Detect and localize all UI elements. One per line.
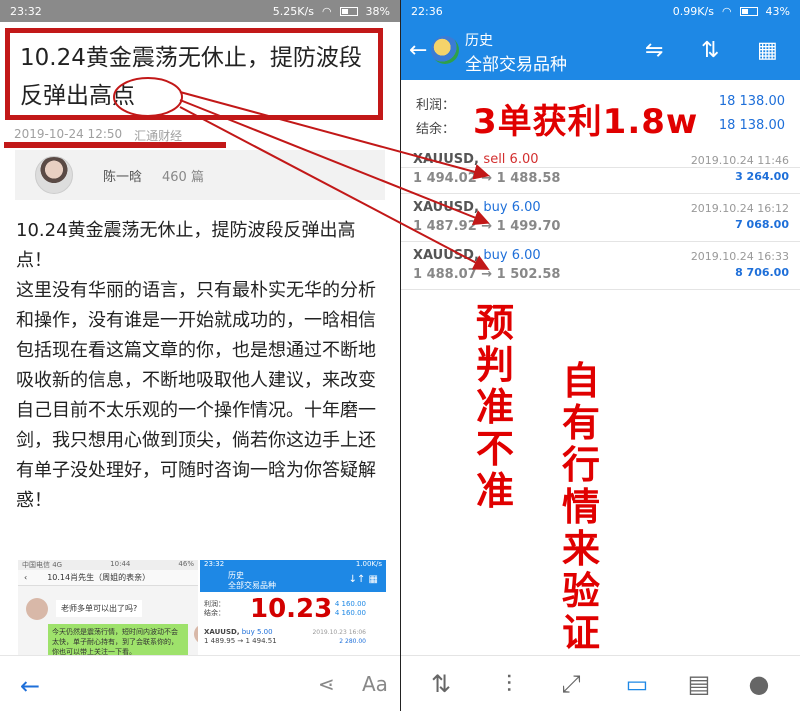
thumb-trade-header: 历史 全部交易品种 ↓↑ ▦ bbox=[200, 570, 386, 592]
share-icon[interactable]: ⋖ bbox=[318, 672, 335, 696]
deal-row[interactable]: XAUUSD, buy 6.00 1 488.07 → 1 502.58 201… bbox=[401, 242, 800, 290]
thumb-chat-title: 10.14肖先生（周姐的表亲） bbox=[47, 573, 151, 582]
battery-icon bbox=[339, 6, 358, 16]
deal-profit: 3 264.00 bbox=[735, 170, 789, 183]
sort-icon[interactable]: ⇅ bbox=[701, 38, 719, 63]
battery-level: 43% bbox=[765, 4, 790, 18]
battery-level: 38% bbox=[365, 4, 390, 18]
thumb-icons: ↓↑ ▦ bbox=[348, 574, 378, 585]
thumb-time: 23:32 bbox=[204, 560, 225, 568]
app-header: ← 历史 全部交易品种 ⇋ ⇅ ▦ bbox=[401, 22, 800, 80]
status-time: 23:32 bbox=[10, 4, 42, 18]
thumb-date-overlay: 10.23 bbox=[250, 594, 333, 624]
thumb-summary-values: 4 160.00 4 160.00 bbox=[335, 600, 366, 618]
deal-symbol: XAUUSD, bbox=[413, 248, 479, 263]
deal-type: buy 6.00 bbox=[483, 248, 541, 263]
deal-symbol: XAUUSD, bbox=[413, 152, 479, 167]
status-time: 22:36 bbox=[411, 4, 443, 18]
thumb-carrier: 中国电信 4G bbox=[22, 561, 63, 569]
trade-history-screen: 22:36 0.99K/s ◠ 43% ← 历史 全部交易品种 ⇋ ⇅ ▦ 利润… bbox=[400, 0, 800, 711]
network-speed: 0.99K/s bbox=[672, 4, 714, 18]
thumb-deal-date: 2019.10.23 16:06 bbox=[312, 629, 366, 636]
thumb-summary-labels: 利润： 结余： bbox=[204, 600, 225, 618]
chat-bubble: 老师多单可以出了吗? bbox=[56, 600, 143, 617]
history-tab-icon[interactable]: ▭ bbox=[619, 668, 655, 700]
date-underline bbox=[4, 142, 226, 148]
font-size-button[interactable]: Aa bbox=[362, 672, 388, 696]
chat-bubble: 今天仍然是震荡行情，短时间内波动不会太快，单子耐心持有，到了会联系你的，你也可以… bbox=[48, 624, 188, 655]
vertical-caption-2: 自有行情来验证 bbox=[561, 359, 600, 655]
profit-label: 利润： bbox=[416, 98, 456, 113]
thumb-deal-right: 2019.10.23 16:06 2 280.00 bbox=[312, 628, 366, 646]
deal-symbol: XAUUSD, bbox=[413, 200, 479, 215]
profit-value: 18 138.00 bbox=[718, 94, 785, 109]
thumb-profit: 4 160.00 bbox=[334, 600, 366, 608]
deal-profit: 8 706.00 bbox=[735, 266, 789, 279]
chat-tab-icon[interactable]: ● bbox=[741, 668, 777, 700]
thumb-status-bar: 中国电信 4G 10:44 46% bbox=[18, 560, 198, 570]
bottom-tab-bar: ⇅ ⫶ ⤢ ▭ ▤ ● bbox=[401, 655, 800, 711]
thumb-status-bar: 23:32 1.00K/s bbox=[200, 560, 386, 570]
deal-prices: 1 488.07 → 1 502.58 bbox=[413, 267, 561, 282]
thumb-avatar bbox=[26, 598, 48, 620]
thumb-balance: 4 160.00 bbox=[334, 609, 366, 617]
deal-prices: 1 494.02 → 1 488.58 bbox=[413, 171, 561, 186]
symbol-filter-icon[interactable]: ⇋ bbox=[645, 38, 663, 63]
deal-row[interactable]: XAUUSD, buy 6.00 1 487.92 → 1 499.70 201… bbox=[401, 194, 800, 242]
vertical-caption-1: 预判准不准 bbox=[475, 301, 514, 513]
thumb-balance-label: 结余： bbox=[204, 609, 225, 617]
status-bar: 22:36 0.99K/s ◠ 43% bbox=[401, 0, 800, 22]
article-screen: 23:32 5.25K/s ◠ 38% 10.24黄金震荡无休止，提防波段反弹出… bbox=[0, 0, 400, 711]
wifi-icon: ◠ bbox=[721, 4, 732, 18]
balance-label: 结余： bbox=[416, 122, 456, 137]
thumb-battery: 46% bbox=[178, 560, 194, 568]
deal-prices: 1 487.92 → 1 499.70 bbox=[413, 219, 561, 234]
header-subtitle[interactable]: 全部交易品种 bbox=[465, 50, 567, 75]
author-article-count: 460 篇 bbox=[162, 169, 204, 185]
network-speed: 5.25K/s bbox=[272, 4, 314, 18]
author-name[interactable]: 陈一晗 bbox=[103, 166, 142, 185]
wifi-icon: ◠ bbox=[321, 4, 332, 18]
thumb-time: 10:44 bbox=[110, 560, 131, 568]
paragraph: 10.24黄金震荡无休止，提防波段反弹出高点！ bbox=[16, 220, 356, 271]
article-body: 10.24黄金震荡无休止，提防波段反弹出高点！ 这里没有华丽的语言，只有最朴实无… bbox=[16, 216, 390, 516]
paragraph: 这里没有华丽的语言，只有最朴实无华的分析和操作，没有谁是一开始就成功的，一晗相信… bbox=[16, 280, 376, 511]
thumb-profit-label: 利润： bbox=[204, 600, 225, 608]
bottom-toolbar: ← ⋖ Aa bbox=[0, 655, 400, 711]
deal-type: sell 6.00 bbox=[483, 152, 539, 167]
thumb-avatar bbox=[194, 624, 198, 644]
chevron-left-icon: ‹ bbox=[24, 573, 28, 582]
status-bar: 23:32 5.25K/s ◠ 38% bbox=[0, 0, 400, 22]
chat-screenshot-image[interactable]: 中国电信 4G 10:44 46% ‹ 10.14肖先生（周姐的表亲） 老师多单… bbox=[18, 560, 198, 655]
article-title-highlight: 10.24黄金震荡无休止，提防波段反弹出高点 bbox=[5, 28, 383, 120]
deal-date: 2019.10.24 11:46 bbox=[690, 154, 789, 167]
back-arrow-icon[interactable]: ← bbox=[20, 672, 40, 700]
thumb-deal-profit: 2 280.00 bbox=[339, 638, 366, 645]
profit-headline: 3单获利1.8w bbox=[473, 102, 699, 142]
avatar[interactable] bbox=[35, 156, 73, 194]
chart-tab-icon[interactable]: ⫶ bbox=[491, 668, 527, 700]
thumb-speed: 1.00K/s bbox=[355, 560, 382, 568]
thumb-deal-symbol: XAUUSD, bbox=[204, 628, 240, 636]
deal-profit: 7 068.00 bbox=[735, 218, 789, 231]
quotes-tab-icon[interactable]: ⇅ bbox=[423, 668, 459, 700]
trade-screenshot-image[interactable]: 23:32 1.00K/s 历史 全部交易品种 ↓↑ ▦ 利润： 结余： 4 1… bbox=[200, 560, 386, 655]
deal-type: buy 6.00 bbox=[483, 200, 541, 215]
calendar-icon[interactable]: ▦ bbox=[757, 38, 778, 63]
thumb-chat-header: ‹ 10.14肖先生（周姐的表亲） bbox=[18, 570, 198, 586]
article-title: 10.24黄金震荡无休止，提防波段反弹出高点 bbox=[20, 45, 362, 109]
news-tab-icon[interactable]: ▤ bbox=[681, 668, 717, 700]
thumb-deal-type: buy 5.00 bbox=[241, 628, 273, 636]
metatrader-logo bbox=[431, 36, 459, 64]
balance-value: 18 138.00 bbox=[718, 118, 785, 133]
trade-tab-icon[interactable]: ⤢ bbox=[553, 668, 589, 700]
deal-date: 2019.10.24 16:33 bbox=[690, 250, 789, 263]
header-title: 历史 bbox=[465, 33, 493, 49]
deal-date: 2019.10.24 16:12 bbox=[690, 202, 789, 215]
back-arrow-icon[interactable]: ← bbox=[409, 38, 427, 63]
deal-row[interactable]: XAUUSD, sell 6.00 1 494.02 → 1 488.58 20… bbox=[401, 146, 800, 194]
battery-icon bbox=[739, 6, 758, 16]
author-card[interactable]: 陈一晗 460 篇 bbox=[15, 150, 385, 200]
